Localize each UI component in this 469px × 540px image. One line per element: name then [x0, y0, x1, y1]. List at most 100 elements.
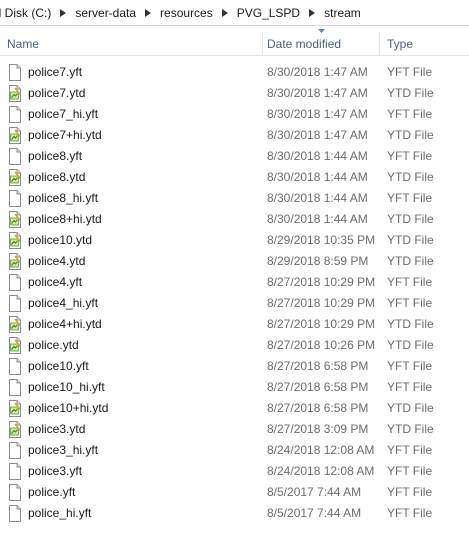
file-name: police3_hi.yft — [28, 443, 99, 457]
chevron-right-icon[interactable] — [219, 2, 231, 24]
column-header-date-modified[interactable]: Date modified — [263, 32, 379, 55]
file-name: police4.ytd — [28, 254, 86, 268]
yft-file-icon — [8, 463, 22, 480]
yft-file-icon — [8, 295, 22, 312]
file-date-modified: 8/30/2018 1:44 AM — [267, 212, 368, 226]
file-type: YFT File — [387, 296, 433, 310]
file-date-modified: 8/30/2018 1:47 AM — [267, 65, 368, 79]
file-type: YFT File — [387, 65, 433, 79]
ytd-file-icon — [8, 211, 22, 228]
file-name: police3.ytd — [28, 422, 86, 436]
file-type: YFT File — [387, 107, 433, 121]
breadcrumb-item-pvg-lspd[interactable]: PVG_LSPD — [231, 2, 306, 24]
file-date-modified: 8/30/2018 1:44 AM — [267, 170, 368, 184]
breadcrumb-item-local-disk[interactable]: al Disk (C:) — [0, 2, 57, 24]
file-name: police10.yft — [28, 359, 89, 373]
file-date-modified: 8/5/2017 7:44 AM — [267, 485, 362, 499]
file-row[interactable]: police7.yft 8/30/2018 1:47 AM YFT File — [0, 62, 469, 83]
file-row[interactable]: police8+hi.ytd 8/30/2018 1:44 AM YTD File — [0, 209, 469, 230]
file-row[interactable]: police3.yft 8/24/2018 12:08 AM YFT File — [0, 461, 469, 482]
file-date-modified: 8/30/2018 1:47 AM — [267, 128, 368, 142]
file-date-modified: 8/27/2018 6:58 PM — [267, 401, 369, 415]
file-row[interactable]: police8.ytd 8/30/2018 1:44 AM YTD File — [0, 167, 469, 188]
file-name: police8_hi.yft — [28, 191, 99, 205]
file-row[interactable]: police10.ytd 8/29/2018 10:35 PM YTD File — [0, 230, 469, 251]
yft-file-icon — [8, 379, 22, 396]
file-row[interactable]: police.yft 8/5/2017 7:44 AM YFT File — [0, 482, 469, 503]
ytd-file-icon — [8, 169, 22, 186]
file-row[interactable]: police7.ytd 8/30/2018 1:47 AM YTD File — [0, 83, 469, 104]
column-header-name[interactable]: Name — [7, 32, 262, 55]
file-type: YFT File — [387, 275, 433, 289]
yft-file-icon — [8, 190, 22, 207]
file-row[interactable]: police8.yft 8/30/2018 1:44 AM YFT File — [0, 146, 469, 167]
file-type: YFT File — [387, 485, 433, 499]
yft-file-icon — [8, 505, 22, 522]
file-type: YTD File — [387, 128, 434, 142]
file-type: YTD File — [387, 401, 434, 415]
file-date-modified: 8/24/2018 12:08 AM — [267, 443, 375, 457]
file-type: YTD File — [387, 212, 434, 226]
chevron-right-icon[interactable] — [306, 2, 318, 24]
file-type: YFT File — [387, 464, 433, 478]
file-row[interactable]: police4+hi.ytd 8/27/2018 10:29 PM YTD File — [0, 314, 469, 335]
file-row[interactable]: police10_hi.yft 8/27/2018 6:58 PM YFT File — [0, 377, 469, 398]
chevron-right-icon[interactable] — [142, 2, 154, 24]
file-row[interactable]: police4.yft 8/27/2018 10:29 PM YFT File — [0, 272, 469, 293]
file-type: YFT File — [387, 506, 433, 520]
file-type: YFT File — [387, 149, 433, 163]
file-name: police4_hi.yft — [28, 296, 99, 310]
file-row[interactable]: police7_hi.yft 8/30/2018 1:47 AM YFT File — [0, 104, 469, 125]
file-date-modified: 8/30/2018 1:44 AM — [267, 191, 368, 205]
file-date-modified: 8/27/2018 10:29 PM — [267, 275, 376, 289]
file-row[interactable]: police10+hi.ytd 8/27/2018 6:58 PM YTD File — [0, 398, 469, 419]
file-row[interactable]: police_hi.yft 8/5/2017 7:44 AM YFT File — [0, 503, 469, 524]
file-date-modified: 8/27/2018 3:09 PM — [267, 422, 369, 436]
column-header-row: Name Date modified Type — [0, 32, 469, 56]
file-type: YFT File — [387, 380, 433, 394]
file-date-modified: 8/29/2018 8:59 PM — [267, 254, 369, 268]
file-name: police8+hi.ytd — [28, 212, 102, 226]
file-row[interactable]: police10.yft 8/27/2018 6:58 PM YFT File — [0, 356, 469, 377]
file-name: police3.yft — [28, 464, 83, 478]
file-type: YTD File — [387, 86, 434, 100]
file-row[interactable]: police4.ytd 8/29/2018 8:59 PM YTD File — [0, 251, 469, 272]
breadcrumb-item-server-data[interactable]: server-data — [69, 2, 142, 24]
file-name: police10.ytd — [28, 233, 93, 247]
file-row[interactable]: police.ytd 8/27/2018 10:26 PM YTD File — [0, 335, 469, 356]
file-date-modified: 8/27/2018 10:29 PM — [267, 317, 376, 331]
file-name: police.yft — [28, 485, 76, 499]
file-date-modified: 8/30/2018 1:47 AM — [267, 107, 368, 121]
file-row[interactable]: police3_hi.yft 8/24/2018 12:08 AM YFT File — [0, 440, 469, 461]
breadcrumb-item-resources[interactable]: resources — [154, 2, 219, 24]
file-type: YTD File — [387, 170, 434, 184]
ytd-file-icon — [8, 400, 22, 417]
yft-file-icon — [8, 64, 22, 81]
yft-file-icon — [8, 484, 22, 501]
column-header-type[interactable]: Type — [380, 32, 469, 55]
file-date-modified: 8/30/2018 1:44 AM — [267, 149, 368, 163]
chevron-right-icon[interactable] — [57, 2, 69, 24]
file-name: police8.yft — [28, 149, 83, 163]
file-row[interactable]: police8_hi.yft 8/30/2018 1:44 AM YFT File — [0, 188, 469, 209]
file-date-modified: 8/27/2018 6:58 PM — [267, 380, 369, 394]
ytd-file-icon — [8, 85, 22, 102]
file-date-modified: 8/30/2018 1:47 AM — [267, 86, 368, 100]
file-type: YTD File — [387, 338, 434, 352]
file-date-modified: 8/29/2018 10:35 PM — [267, 233, 376, 247]
yft-file-icon — [8, 106, 22, 123]
file-name: police7_hi.yft — [28, 107, 99, 121]
file-name: police4+hi.ytd — [28, 317, 102, 331]
file-row[interactable]: police4_hi.yft 8/27/2018 10:29 PM YFT File — [0, 293, 469, 314]
breadcrumb-item-stream[interactable]: stream — [318, 2, 367, 24]
file-date-modified: 8/5/2017 7:44 AM — [267, 506, 362, 520]
file-row[interactable]: police7+hi.ytd 8/30/2018 1:47 AM YTD File — [0, 125, 469, 146]
file-date-modified: 8/27/2018 10:26 PM — [267, 338, 376, 352]
file-date-modified: 8/27/2018 10:29 PM — [267, 296, 376, 310]
file-name: police7.ytd — [28, 86, 86, 100]
file-row[interactable]: police3.ytd 8/27/2018 3:09 PM YTD File — [0, 419, 469, 440]
file-list: police7.yft 8/30/2018 1:47 AM YFT File poli… — [0, 62, 469, 524]
file-date-modified: 8/27/2018 6:58 PM — [267, 359, 369, 373]
address-bar-breadcrumb[interactable]: al Disk (C:) server-data resources PVG_L… — [0, 0, 469, 26]
file-type: YFT File — [387, 191, 433, 205]
